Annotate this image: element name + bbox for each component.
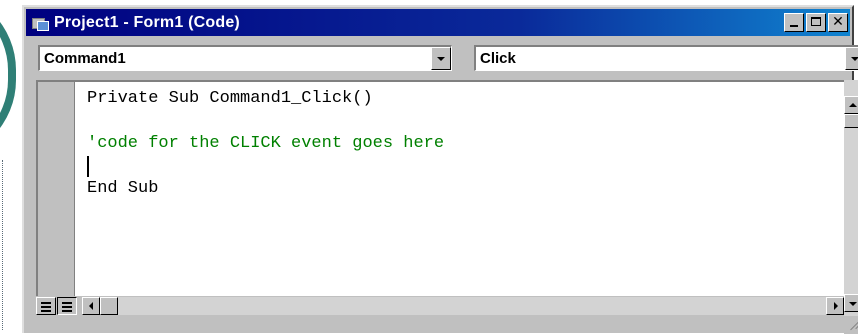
arrow-down-icon bbox=[849, 302, 857, 306]
full-module-view-icon bbox=[62, 302, 72, 314]
horizontal-scrollbar[interactable] bbox=[82, 297, 844, 315]
procedure-view-icon bbox=[41, 302, 51, 314]
arrow-right-icon bbox=[834, 302, 838, 310]
title-bar[interactable]: Project1 - Form1 (Code) ✕ bbox=[26, 9, 850, 36]
object-dropdown-value: Command1 bbox=[44, 50, 126, 67]
title-buttons: ✕ bbox=[782, 13, 848, 32]
arrow-up-icon bbox=[849, 103, 857, 107]
maximize-button[interactable] bbox=[806, 13, 826, 32]
close-icon: ✕ bbox=[832, 14, 844, 30]
minimize-icon bbox=[790, 25, 798, 27]
maximize-icon bbox=[811, 17, 821, 26]
procedure-dropdown-value: Click bbox=[480, 50, 516, 67]
editor-bottom-bar bbox=[36, 296, 844, 316]
scroll-left-button[interactable] bbox=[82, 297, 100, 315]
code-line[interactable]: End Sub bbox=[87, 179, 158, 198]
minimize-button[interactable] bbox=[784, 13, 804, 32]
code-area[interactable]: Private Sub Command1_Click() 'code for t… bbox=[75, 82, 844, 296]
procedure-view-button[interactable] bbox=[36, 297, 56, 315]
scroll-right-button[interactable] bbox=[826, 297, 844, 315]
horizontal-scroll-thumb[interactable] bbox=[100, 297, 118, 315]
full-module-view-button[interactable] bbox=[57, 297, 77, 315]
code-window: Project1 - Form1 (Code) ✕ Command1 Click… bbox=[22, 5, 858, 334]
decorative-ring bbox=[0, 0, 16, 160]
code-comment-line[interactable]: 'code for the CLICK event goes here bbox=[87, 134, 444, 153]
arrow-left-icon bbox=[89, 302, 93, 310]
scroll-down-button[interactable] bbox=[844, 294, 858, 312]
vb-form-icon[interactable] bbox=[32, 16, 49, 31]
desktop-backdrop bbox=[0, 0, 22, 333]
procedure-dropdown-button[interactable] bbox=[845, 47, 858, 70]
margin-indicator-bar[interactable] bbox=[38, 82, 75, 296]
procedure-dropdown[interactable]: Click bbox=[474, 45, 858, 71]
code-line[interactable]: Private Sub Command1_Click() bbox=[87, 89, 373, 108]
code-editor[interactable]: Private Sub Command1_Click() 'code for t… bbox=[36, 80, 844, 296]
vertical-scrollbar[interactable] bbox=[844, 80, 858, 332]
chevron-down-icon bbox=[851, 57, 858, 61]
chevron-down-icon bbox=[437, 57, 445, 61]
dotted-edge bbox=[2, 160, 4, 330]
object-dropdown[interactable]: Command1 bbox=[38, 45, 452, 71]
resize-grip[interactable] bbox=[844, 316, 858, 334]
close-button[interactable]: ✕ bbox=[828, 13, 848, 32]
scroll-up-button[interactable] bbox=[844, 96, 858, 114]
vertical-scroll-thumb[interactable] bbox=[844, 114, 858, 128]
window-title: Project1 - Form1 (Code) bbox=[54, 13, 240, 31]
object-dropdown-button[interactable] bbox=[431, 47, 451, 70]
text-caret bbox=[87, 156, 89, 177]
